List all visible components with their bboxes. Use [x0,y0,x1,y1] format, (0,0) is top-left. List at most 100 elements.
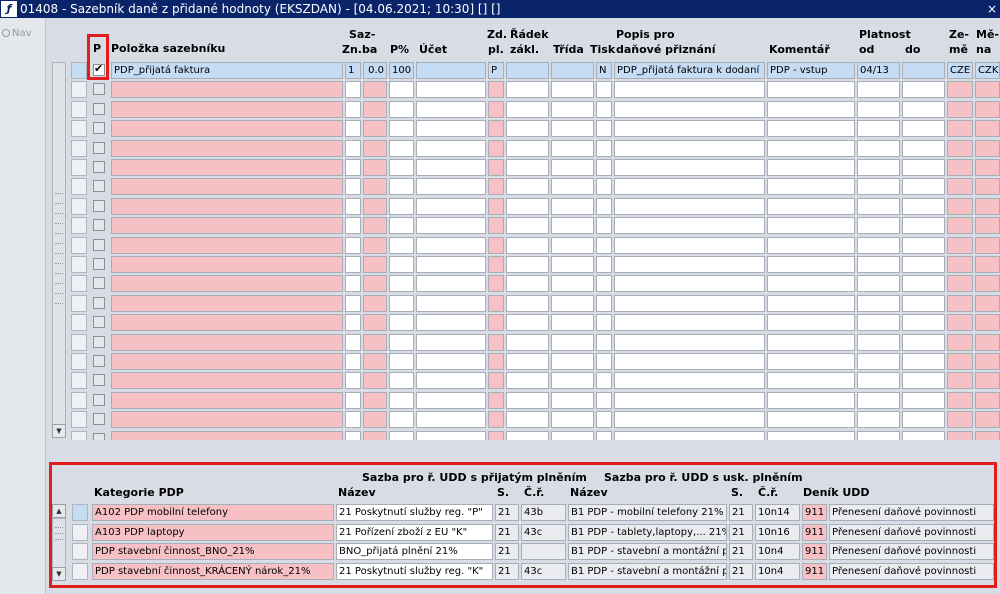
cell-zn[interactable] [345,197,361,215]
cell-mena[interactable] [975,314,1000,332]
cell-zd[interactable] [488,294,504,312]
cell-ucet[interactable] [416,178,486,196]
cell-popis[interactable] [614,139,765,157]
cell-trida[interactable] [551,391,594,409]
cell-zeme[interactable] [947,411,973,429]
grid-scrollbar[interactable] [52,62,66,438]
row-checkbox-p[interactable] [93,258,105,270]
cell-zn[interactable] [345,411,361,429]
cell-od[interactable] [857,217,900,235]
cell-ucet[interactable] [416,81,486,99]
cell-mena[interactable] [975,256,1000,273]
cell-pp[interactable] [389,275,414,293]
cell-tisk[interactable] [596,178,612,196]
cell-zeme[interactable] [947,139,973,157]
cell-popis[interactable] [614,275,765,293]
cell-zn[interactable] [345,314,361,332]
cell-polozka[interactable] [111,178,343,196]
cell-zd[interactable] [488,236,504,254]
cell-trida[interactable] [551,120,594,138]
cell-zn[interactable] [345,217,361,235]
cell-trida[interactable] [551,81,594,99]
cell-zeme[interactable] [947,236,973,254]
cell-zn[interactable] [345,236,361,254]
cell-ucet[interactable] [416,139,486,157]
row-selector[interactable] [71,120,87,138]
cell-komentar[interactable] [767,159,855,176]
cell-pp[interactable] [389,333,414,351]
cell-zd[interactable] [488,256,504,273]
cell-pp[interactable] [389,100,414,118]
cell-do[interactable] [902,314,945,332]
cell-tisk[interactable] [596,197,612,215]
cell-komentar[interactable] [767,353,855,370]
cell-radek[interactable] [506,178,549,196]
cell-zeme[interactable] [947,333,973,351]
cell-popis[interactable] [614,391,765,409]
cell-komentar[interactable] [767,256,855,273]
cell-sazba[interactable] [363,159,387,176]
cell-sazba[interactable] [363,372,387,390]
row-selector[interactable] [71,275,87,293]
cell-do[interactable] [902,139,945,157]
cell-popis[interactable] [614,236,765,254]
cell-ucet[interactable] [416,411,486,429]
cell-popis[interactable] [614,411,765,429]
cell-trida[interactable] [551,333,594,351]
cell-polozka[interactable] [111,391,343,409]
cell-od[interactable] [857,411,900,429]
row-checkbox-p[interactable] [93,199,105,212]
cell-komentar[interactable] [767,333,855,351]
row-selector[interactable] [71,372,87,390]
cell-zeme[interactable] [947,372,973,390]
row-checkbox-p[interactable] [93,161,105,173]
cell-sazba[interactable] [363,275,387,293]
cell-ucet[interactable] [416,314,486,332]
cell-pp[interactable] [389,294,414,312]
cell-tisk[interactable] [596,353,612,370]
row-selector[interactable] [71,81,87,99]
cell-popis[interactable] [614,120,765,138]
cell-sazba[interactable] [363,197,387,215]
cell-tisk[interactable] [596,139,612,157]
cell-komentar[interactable] [767,81,855,99]
cell-popis[interactable]: PDP_přijatá faktura k dodaní [614,62,765,79]
cell-radek[interactable] [506,333,549,351]
cell-mena[interactable] [975,217,1000,235]
cell-radek[interactable] [506,159,549,176]
cell-radek[interactable] [506,314,549,332]
cell-ucet[interactable] [416,197,486,215]
cell-zn[interactable] [345,275,361,293]
cell-zn[interactable] [345,81,361,99]
row-selector[interactable] [71,314,87,332]
cell-sazba[interactable] [363,81,387,99]
cell-radek[interactable] [506,275,549,293]
cell-od[interactable] [857,236,900,254]
cell-ucet[interactable] [416,100,486,118]
cell-od[interactable] [857,391,900,409]
cell-tisk[interactable] [596,217,612,235]
cell-do[interactable] [902,62,945,79]
cell-mena[interactable] [975,159,1000,176]
cell-tisk[interactable] [596,159,612,176]
cell-tisk[interactable] [596,81,612,99]
cell-polozka[interactable] [111,100,343,118]
cell-komentar[interactable] [767,217,855,235]
cell-sazba[interactable] [363,411,387,429]
cell-ucet[interactable] [416,217,486,235]
cell-tisk[interactable] [596,294,612,312]
cell-radek[interactable] [506,217,549,235]
row-checkbox-p[interactable] [93,393,105,406]
cell-do[interactable] [902,411,945,429]
cell-pp[interactable] [389,197,414,215]
row-selector[interactable] [71,391,87,409]
cell-zd[interactable] [488,217,504,235]
cell-radek[interactable] [506,139,549,157]
cell-popis[interactable] [614,100,765,118]
cell-ucet[interactable] [416,62,486,79]
cell-pp[interactable] [389,236,414,254]
cell-zeme[interactable] [947,391,973,409]
cell-polozka[interactable] [111,81,343,99]
cell-zd[interactable] [488,391,504,409]
cell-mena[interactable] [975,178,1000,196]
